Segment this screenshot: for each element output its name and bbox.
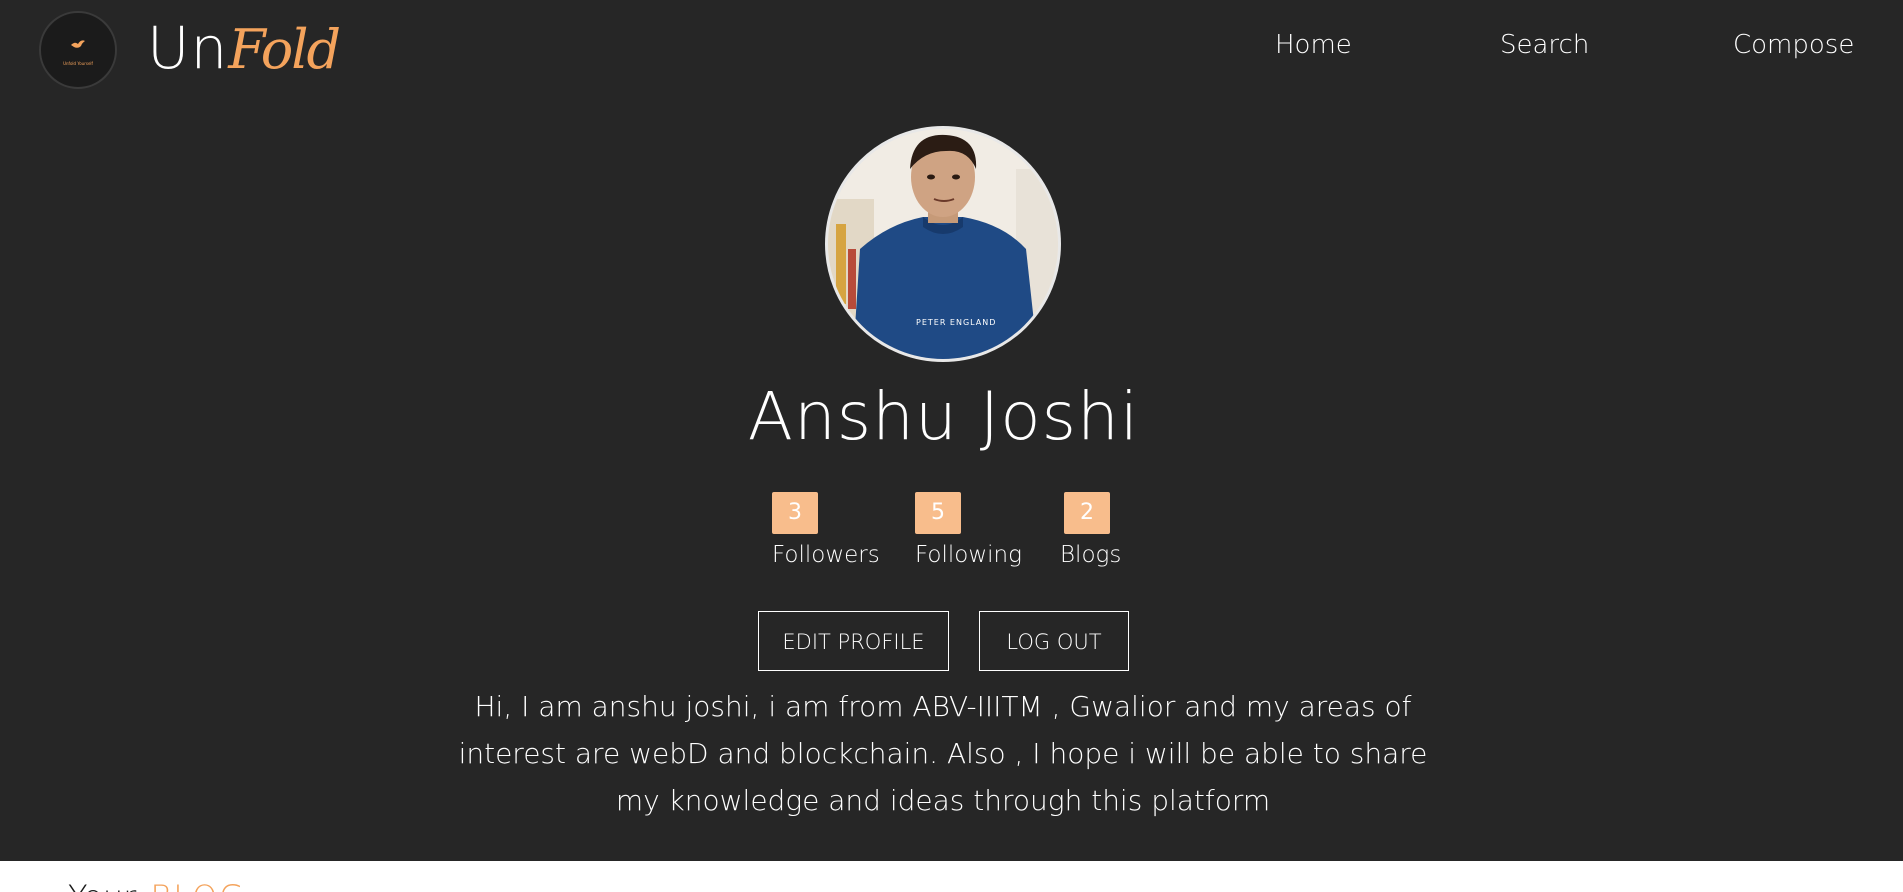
blogs-label[interactable]: Blogs bbox=[1060, 542, 1121, 568]
nav-compose-link[interactable]: Compose bbox=[1733, 30, 1854, 60]
following-count-badge[interactable]: 5 bbox=[915, 492, 961, 534]
edit-profile-button[interactable]: EDIT PROFILE bbox=[758, 611, 949, 671]
followers-label[interactable]: Followers bbox=[772, 542, 880, 568]
log-out-button[interactable]: LOG OUT bbox=[979, 611, 1129, 671]
nav-search-link[interactable]: Search bbox=[1500, 30, 1589, 60]
following-label[interactable]: Following bbox=[915, 542, 1022, 568]
blog-section: Your BLOG bbox=[0, 861, 1903, 892]
profile-avatar: PETER ENGLAND bbox=[825, 126, 1061, 362]
heading-accent-text: BLOG bbox=[150, 878, 246, 892]
bird-logo-icon bbox=[71, 40, 85, 48]
navbar: Unfold Yourself UnFold Home Search Compo… bbox=[0, 0, 1903, 100]
blogs-count-badge[interactable]: 2 bbox=[1064, 492, 1110, 534]
profile-bio: Hi, I am anshu joshi, i am from ABV-IIIT… bbox=[458, 690, 1428, 817]
brand-script-text: Fold bbox=[228, 18, 341, 81]
site-logo[interactable]: Unfold Yourself bbox=[39, 11, 117, 89]
followers-count-badge[interactable]: 3 bbox=[772, 492, 818, 534]
brand-wordmark[interactable]: UnFold bbox=[147, 8, 341, 88]
shirt-text: PETER ENGLAND bbox=[916, 318, 996, 327]
nav-home-link[interactable]: Home bbox=[1275, 30, 1352, 60]
heading-plain-text: Your bbox=[68, 878, 136, 892]
profile-name: Anshu Joshi bbox=[747, 378, 1140, 455]
brand-plain-text: Un bbox=[147, 14, 229, 82]
avatar-photo: PETER ENGLAND bbox=[828, 129, 1058, 359]
logo-tagline: Unfold Yourself bbox=[63, 61, 93, 66]
blog-section-heading: Your BLOG bbox=[68, 877, 246, 892]
